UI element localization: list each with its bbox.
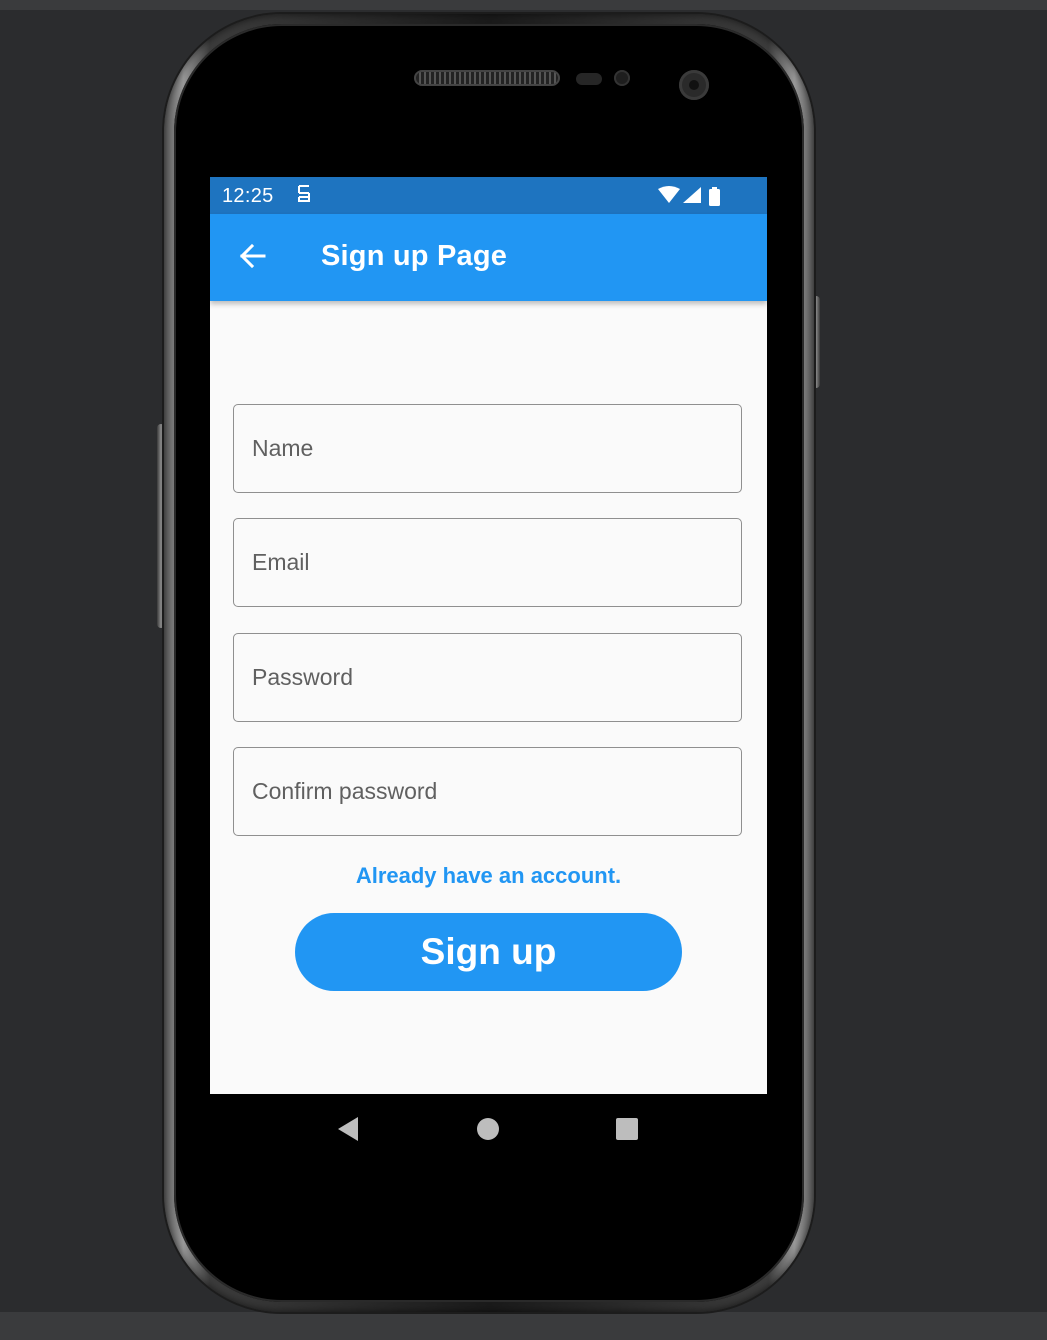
name-field[interactable]: [233, 404, 742, 493]
confirm-password-input[interactable]: [234, 748, 741, 835]
device-screen: 12:25 Sign up Page Name Email Already ha…: [210, 177, 767, 1168]
navigation-bar: [210, 1094, 767, 1168]
light-sensor: [614, 70, 630, 86]
email-field[interactable]: [233, 518, 742, 607]
front-camera: [679, 70, 709, 100]
status-bar: 12:25: [210, 177, 767, 214]
wifi-icon: [658, 186, 680, 203]
login-link[interactable]: Already have an account.: [210, 863, 767, 889]
window-top-strip: [0, 0, 1047, 10]
arrow-back-icon: [238, 242, 266, 275]
status-icons: [657, 186, 727, 208]
name-input[interactable]: [234, 405, 741, 492]
email-input[interactable]: [234, 519, 741, 606]
nav-home-icon: [476, 1117, 500, 1146]
confirm-password-field[interactable]: [233, 747, 742, 836]
password-input[interactable]: [234, 634, 741, 721]
sim-card-icon: [296, 184, 312, 212]
page-title: Sign up Page: [321, 240, 508, 272]
nav-recents-button[interactable]: [610, 1114, 644, 1148]
battery-icon: [709, 187, 720, 206]
signal-icon: [683, 187, 701, 203]
nav-home-button[interactable]: [471, 1114, 505, 1148]
window-bottom-strip: [0, 1312, 1047, 1340]
status-time: 12:25: [222, 185, 274, 207]
back-button[interactable]: [232, 238, 272, 278]
password-field[interactable]: [233, 633, 742, 722]
nav-recents-icon: [615, 1117, 639, 1146]
nav-back-icon: [336, 1116, 360, 1147]
sign-up-button[interactable]: Sign up: [295, 913, 682, 991]
app-bar: Sign up Page: [210, 214, 767, 301]
earpiece-speaker: [414, 70, 560, 86]
proximity-sensor: [576, 73, 602, 85]
nav-back-button[interactable]: [331, 1114, 365, 1148]
